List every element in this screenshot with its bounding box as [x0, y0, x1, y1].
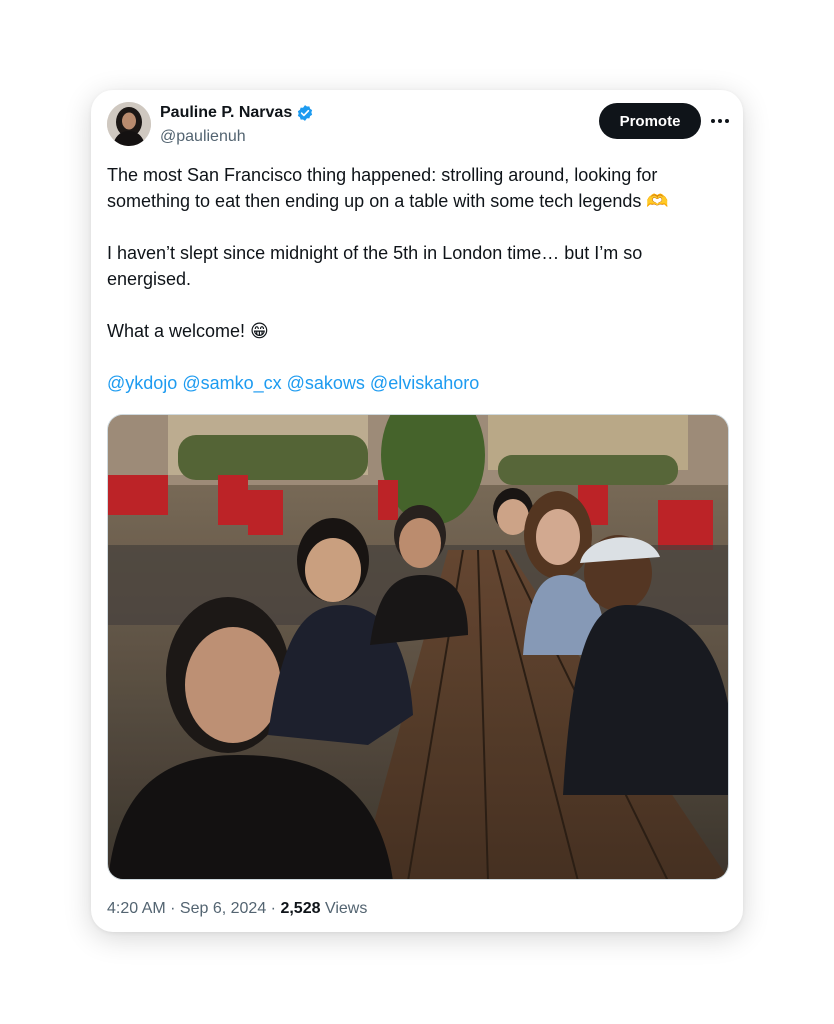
tweet-photo[interactable]: [107, 414, 729, 880]
mentions-list: @ykdojo @samko_cx @sakows @elviskahoro: [107, 370, 727, 396]
mention-link[interactable]: @ykdojo: [107, 370, 177, 396]
tweet-card: Pauline P. Narvas @paulienuh Promote The…: [91, 90, 743, 932]
views-label: Views: [324, 900, 368, 917]
tweet-paragraph: What a welcome! 😁: [107, 321, 269, 341]
tweet-body: The most San Francisco thing happened: s…: [107, 162, 727, 396]
author-handle[interactable]: @paulienuh: [160, 128, 246, 146]
verified-badge-icon: [296, 104, 314, 122]
tweet-meta: 4:20 AM · Sep 6, 2024 · 2,528 Views: [107, 900, 367, 918]
mention-link[interactable]: @sakows: [287, 370, 365, 396]
tweet-timestamp[interactable]: 4:20 AM · Sep 6, 2024: [107, 900, 266, 917]
tweet-paragraph: I haven’t slept since midnight of the 5t…: [107, 243, 643, 289]
mention-link[interactable]: @samko_cx: [182, 370, 281, 396]
meta-separator: ·: [270, 900, 276, 917]
mention-link[interactable]: @elviskahoro: [370, 370, 479, 396]
more-options-icon[interactable]: [709, 110, 731, 132]
author-display-name[interactable]: Pauline P. Narvas: [160, 104, 292, 122]
avatar[interactable]: [107, 102, 151, 146]
tweet-paragraph: The most San Francisco thing happened: s…: [107, 165, 669, 211]
promote-button[interactable]: Promote: [599, 103, 701, 139]
views-count: 2,528: [280, 900, 321, 917]
author-name-row[interactable]: Pauline P. Narvas: [160, 104, 314, 122]
